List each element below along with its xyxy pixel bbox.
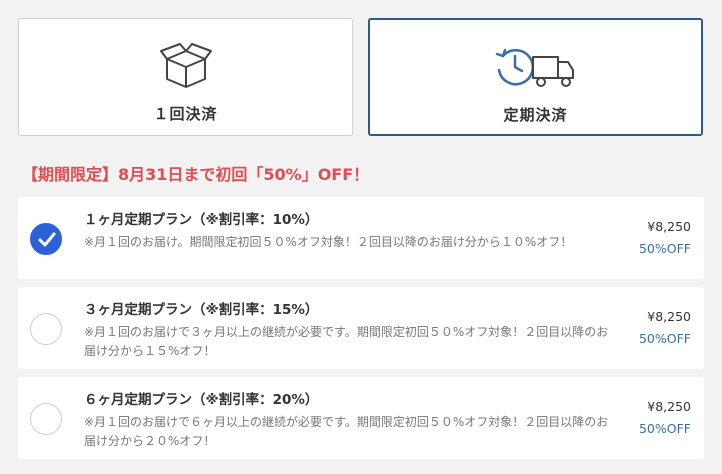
subscription-payment-label: 定期決済 bbox=[503, 106, 568, 124]
plan-price: ¥8,250 bbox=[647, 219, 691, 234]
plan-discount: 50%OFF bbox=[638, 331, 691, 346]
plan-title: １ヶ月定期プラン（※割引率：10%） bbox=[84, 212, 319, 228]
plan-discount: 50%OFF bbox=[638, 241, 691, 256]
plan-discount: 50%OFF bbox=[638, 421, 691, 436]
plan-description: ※月１回のお届けで３ヶ月以上の継続が必要です。期間限定初回５０%オフ対象！２回目… bbox=[84, 325, 609, 358]
plan-radio-1-month[interactable] bbox=[30, 223, 62, 255]
plan-description: ※月１回のお届けで６ヶ月以上の継続が必要です。期間限定初回５０%オフ対象！２回目… bbox=[84, 415, 609, 448]
plan-title: ６ヶ月定期プラン（※割引率：20%） bbox=[84, 392, 319, 408]
promo-banner: 【期間限定】8月31日まで初回「50%」OFF！ bbox=[22, 165, 370, 184]
subscription-payment-tab[interactable]: 定期決済 bbox=[368, 18, 703, 136]
plan-radio-6-month[interactable] bbox=[30, 403, 62, 435]
checkmark-icon bbox=[38, 232, 56, 247]
delivery-truck-clock-icon bbox=[493, 42, 579, 96]
plan-option-6-month[interactable]: ６ヶ月定期プラン（※割引率：20%） ※月１回のお届けで６ヶ月以上の継続が必要で… bbox=[18, 377, 704, 459]
box-icon bbox=[159, 41, 213, 93]
one-time-payment-tab[interactable]: １回決済 bbox=[18, 18, 353, 136]
one-time-payment-label: １回決済 bbox=[153, 105, 218, 123]
plan-title: ３ヶ月定期プラン（※割引率：15%） bbox=[84, 302, 319, 318]
plan-radio-3-month[interactable] bbox=[30, 313, 62, 345]
plan-option-3-month[interactable]: ３ヶ月定期プラン（※割引率：15%） ※月１回のお届けで３ヶ月以上の継続が必要で… bbox=[18, 287, 704, 369]
plan-option-1-month[interactable]: １ヶ月定期プラン（※割引率：10%） ※月１回のお届け。期間限定初回５０%オフ対… bbox=[18, 197, 704, 279]
plan-price: ¥8,250 bbox=[647, 399, 691, 414]
plan-price: ¥8,250 bbox=[647, 309, 691, 324]
plan-description: ※月１回のお届け。期間限定初回５０%オフ対象！２回目以降のお届け分から１０%オフ… bbox=[84, 235, 573, 249]
